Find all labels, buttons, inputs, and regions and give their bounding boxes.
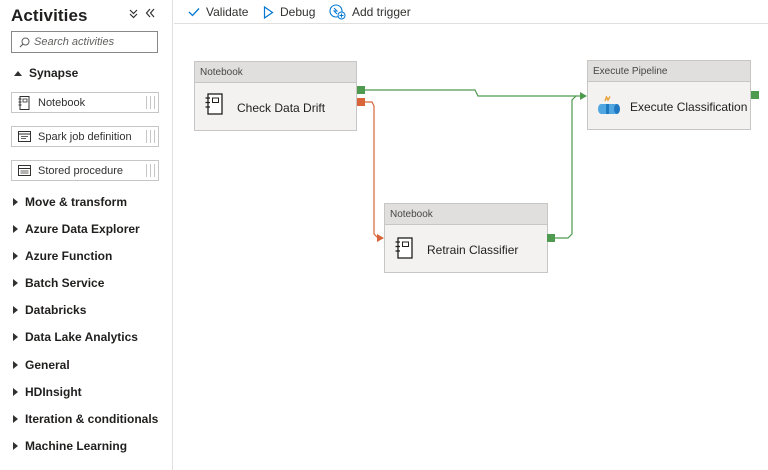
group-label: Data Lake Analytics xyxy=(25,330,138,344)
group-label: Batch Service xyxy=(25,276,105,290)
expanded-triangle-icon xyxy=(14,71,22,76)
node-header: Notebook xyxy=(195,62,356,83)
collapsed-triangle-icon xyxy=(13,198,18,206)
collapse-all-button[interactable] xyxy=(129,8,138,22)
activities-panel: Activities Synapse Notebook Sp xyxy=(0,0,173,470)
spark-job-icon xyxy=(18,131,31,142)
drag-handle-icon[interactable] xyxy=(146,96,155,109)
success-output-port[interactable] xyxy=(357,86,365,94)
node-type-label: Execute Pipeline xyxy=(593,66,668,77)
activities-header: Activities xyxy=(11,6,163,26)
group-label: HDInsight xyxy=(25,385,82,399)
pipeline-toolbar: Validate Debug Add trigger xyxy=(174,0,768,24)
group-label: General xyxy=(25,358,70,372)
collapsed-triangle-icon xyxy=(13,225,18,233)
group-data-lake-analytics[interactable]: Data Lake Analytics xyxy=(13,329,138,345)
node-name: Retrain Classifier xyxy=(427,243,519,257)
search-input[interactable] xyxy=(34,34,154,50)
checkmark-icon xyxy=(188,8,200,17)
activities-title: Activities xyxy=(11,6,88,25)
debug-label: Debug xyxy=(280,5,316,19)
success-output-port[interactable] xyxy=(751,91,759,99)
validate-label: Validate xyxy=(206,5,249,19)
activity-node-execute-classification[interactable]: Execute Pipeline Execute Classification xyxy=(587,60,751,130)
activity-label: Spark job definition xyxy=(38,131,132,143)
notebook-icon xyxy=(395,237,413,259)
node-type-label: Notebook xyxy=(200,67,243,78)
activity-label: Notebook xyxy=(38,97,86,109)
activity-label: Stored procedure xyxy=(38,165,123,177)
group-move-transform[interactable]: Move & transform xyxy=(13,194,127,210)
group-general[interactable]: General xyxy=(13,357,70,373)
group-label: Azure Data Explorer xyxy=(25,222,140,236)
validate-button[interactable]: Validate xyxy=(188,4,248,20)
node-header: Execute Pipeline xyxy=(588,61,750,82)
search-activities-box[interactable] xyxy=(11,31,158,53)
failure-output-port[interactable] xyxy=(357,98,365,106)
activity-node-check-data-drift[interactable]: Notebook Check Data Drift xyxy=(194,61,357,131)
play-icon xyxy=(263,5,274,19)
collapsed-triangle-icon xyxy=(13,333,18,341)
drag-handle-icon[interactable] xyxy=(146,164,155,177)
collapsed-triangle-icon xyxy=(13,388,18,396)
group-synapse[interactable]: Synapse xyxy=(13,65,78,81)
notebook-icon xyxy=(205,93,223,115)
collapse-panel-button[interactable] xyxy=(145,6,155,20)
group-label: Move & transform xyxy=(25,195,128,209)
add-trigger-button[interactable]: Add trigger xyxy=(329,4,411,20)
group-azure-data-explorer[interactable]: Azure Data Explorer xyxy=(13,221,140,237)
search-icon xyxy=(19,37,30,48)
node-name: Execute Classification xyxy=(630,100,748,114)
stored-procedure-icon xyxy=(18,165,31,176)
group-label: Synapse xyxy=(29,66,79,80)
add-trigger-label: Add trigger xyxy=(352,5,411,19)
debug-button[interactable]: Debug xyxy=(263,4,315,20)
execute-pipeline-icon xyxy=(598,96,620,114)
activity-node-retrain-classifier[interactable]: Notebook Retrain Classifier xyxy=(384,203,548,273)
activity-stored-procedure[interactable]: Stored procedure xyxy=(11,160,159,181)
activity-spark-job-definition[interactable]: Spark job definition xyxy=(11,126,159,147)
node-type-label: Notebook xyxy=(390,209,433,220)
group-azure-function[interactable]: Azure Function xyxy=(13,248,112,264)
group-label: Machine Learning xyxy=(25,439,128,453)
notebook-icon xyxy=(18,96,30,110)
drag-handle-icon[interactable] xyxy=(146,130,155,143)
group-label: Iteration & conditionals xyxy=(25,412,159,426)
activity-notebook[interactable]: Notebook xyxy=(11,92,159,113)
group-databricks[interactable]: Databricks xyxy=(13,302,86,318)
group-label: Databricks xyxy=(25,303,87,317)
collapsed-triangle-icon xyxy=(13,306,18,314)
group-hdinsight[interactable]: HDInsight xyxy=(13,384,82,400)
add-trigger-icon xyxy=(329,4,346,20)
node-header: Notebook xyxy=(385,204,547,225)
node-name: Check Data Drift xyxy=(237,101,326,115)
group-iteration-conditionals[interactable]: Iteration & conditionals xyxy=(13,411,158,427)
collapsed-triangle-icon xyxy=(13,442,18,450)
group-label: Azure Function xyxy=(25,249,113,263)
success-output-port[interactable] xyxy=(547,234,555,242)
group-batch-service[interactable]: Batch Service xyxy=(13,275,104,291)
collapsed-triangle-icon xyxy=(13,415,18,423)
collapsed-triangle-icon xyxy=(13,279,18,287)
chevron-double-down-icon xyxy=(129,9,138,19)
group-machine-learning[interactable]: Machine Learning xyxy=(13,438,127,454)
collapsed-triangle-icon xyxy=(13,252,18,260)
collapsed-triangle-icon xyxy=(13,361,18,369)
chevron-double-left-icon xyxy=(145,8,155,18)
